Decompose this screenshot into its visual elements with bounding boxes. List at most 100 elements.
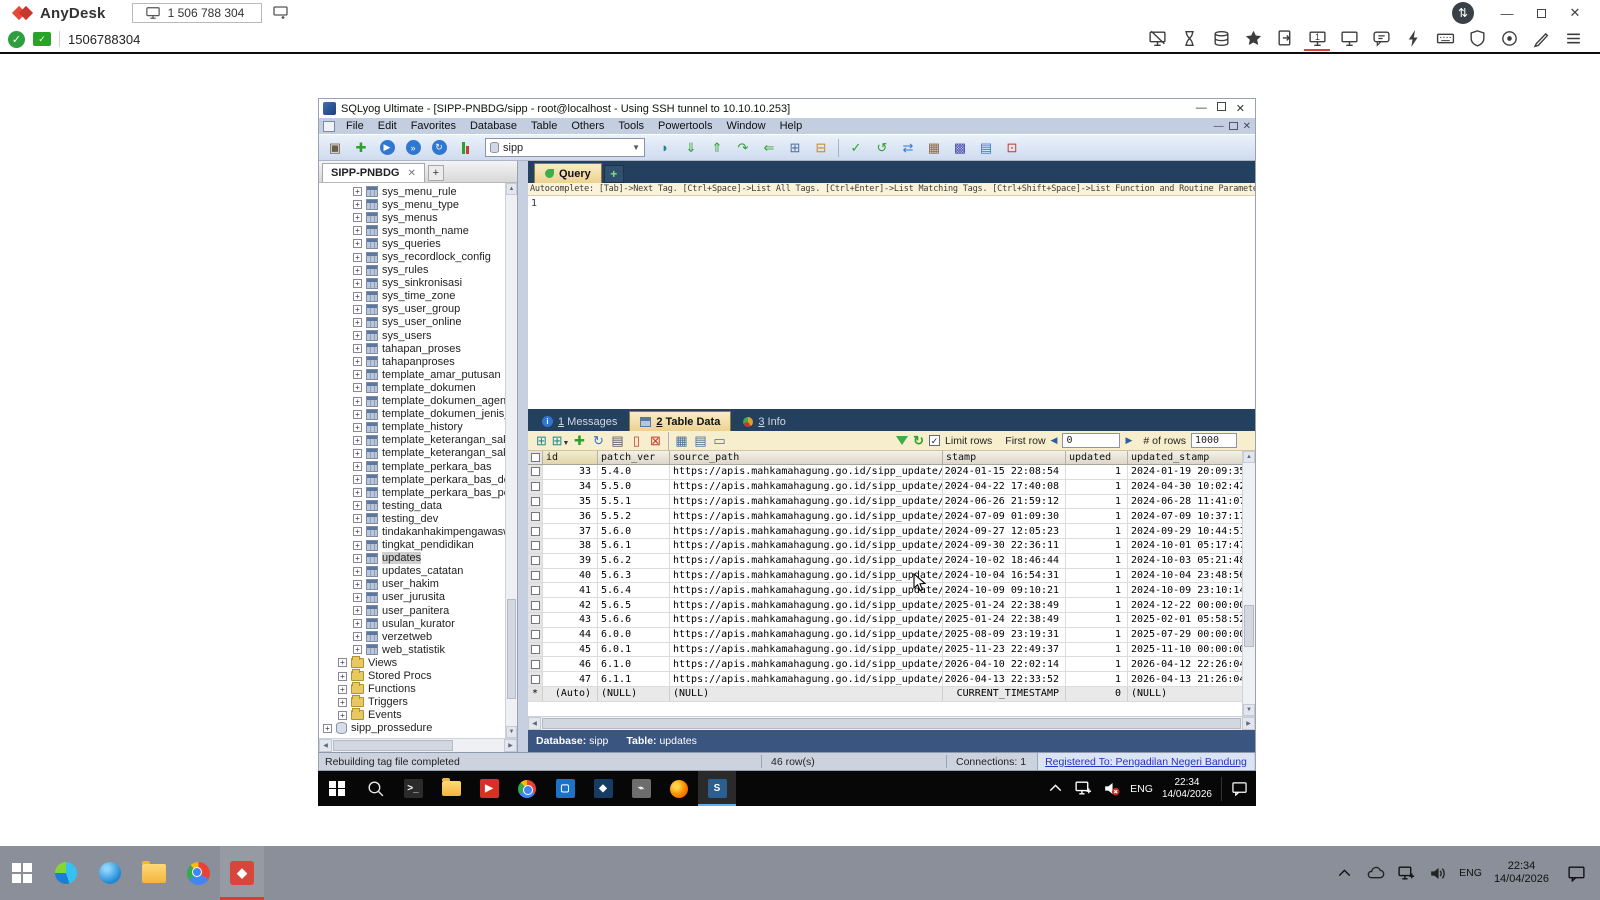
- expand-icon[interactable]: +: [353, 632, 362, 641]
- row-checkbox[interactable]: [528, 480, 543, 494]
- grid-view-icon[interactable]: ▦: [672, 432, 691, 449]
- cell-updated[interactable]: 1: [1066, 509, 1128, 523]
- cell-updated_stamp[interactable]: 2024-07-09 10:37:17: [1128, 509, 1242, 523]
- cell-updated_stamp[interactable]: 2026-04-13 21:26:04: [1128, 672, 1242, 686]
- query-profiler-icon[interactable]: [453, 137, 477, 159]
- grid-horizontal-scrollbar[interactable]: ◀ ▶: [528, 716, 1255, 730]
- cell-updated[interactable]: 1: [1066, 495, 1128, 509]
- filter-funnel-icon[interactable]: [896, 436, 908, 445]
- file-transfer-icon[interactable]: [1272, 27, 1298, 51]
- cell-updated[interactable]: 1: [1066, 524, 1128, 538]
- cell-id[interactable]: 41: [543, 583, 598, 597]
- first-row-prev-icon[interactable]: ◀: [1051, 435, 1058, 446]
- cell-source_path[interactable]: https://apis.mahkamahagung.go.id/sipp_up…: [670, 554, 943, 568]
- table-row[interactable]: 466.1.0https://apis.mahkamahagung.go.id/…: [528, 657, 1242, 672]
- connections-app[interactable]: ⌁: [622, 771, 660, 806]
- expand-icon[interactable]: +: [353, 580, 362, 589]
- menu-tools[interactable]: Tools: [611, 120, 651, 132]
- cell-id[interactable]: 38: [543, 539, 598, 553]
- hourglass-icon[interactable]: [1176, 27, 1202, 51]
- insert-row-marker[interactable]: *: [528, 687, 543, 701]
- tree-item-table[interactable]: +verzetweb: [319, 630, 505, 643]
- cell-updated[interactable]: 1: [1066, 480, 1128, 494]
- registered-to-link[interactable]: Registered To: Pengadilan Negeri Bandung: [1037, 753, 1254, 770]
- code-app[interactable]: ◆: [584, 771, 622, 806]
- remote-clock[interactable]: 22:3414/04/2026: [1162, 777, 1212, 800]
- tree-item-table[interactable]: +sys_rules: [319, 264, 505, 277]
- cell-source_path[interactable]: https://apis.mahkamahagung.go.id/sipp_up…: [670, 539, 943, 553]
- firefox-app[interactable]: [660, 771, 698, 806]
- cell-id[interactable]: 33: [543, 465, 598, 479]
- cell-patch_ver[interactable]: 5.5.2: [598, 509, 670, 523]
- export-grid-icon[interactable]: ⊞: [532, 432, 551, 449]
- cell-updated[interactable]: 1: [1066, 613, 1128, 627]
- checkbox-icon[interactable]: [531, 615, 540, 624]
- expand-icon[interactable]: +: [353, 344, 362, 353]
- minimize-button[interactable]: —: [1492, 2, 1522, 24]
- cell-id[interactable]: 42: [543, 598, 598, 612]
- expand-icon[interactable]: +: [353, 514, 362, 523]
- grid-scroll-left-icon[interactable]: ◀: [528, 717, 541, 730]
- cell-patch_ver[interactable]: 5.6.4: [598, 583, 670, 597]
- tree-item-folder[interactable]: +Functions: [319, 683, 505, 696]
- cell-updated_stamp[interactable]: 2025-11-10 00:00:00: [1128, 643, 1242, 657]
- column-header-stamp[interactable]: stamp: [943, 451, 1066, 464]
- cell-stamp[interactable]: 2024-06-26 21:59:12: [943, 495, 1066, 509]
- menu-database[interactable]: Database: [463, 120, 524, 132]
- cell-updated_stamp[interactable]: 2024-10-01 05:17:47: [1128, 539, 1242, 553]
- expand-icon[interactable]: +: [353, 213, 362, 222]
- cell-stamp[interactable]: CURRENT_TIMESTAMP: [943, 687, 1066, 701]
- cell-updated_stamp[interactable]: 2024-04-30 10:02:42: [1128, 480, 1242, 494]
- checkbox-icon[interactable]: [531, 571, 540, 580]
- onedrive-icon[interactable]: [1366, 864, 1385, 883]
- tree-item-table[interactable]: +user_panitera: [319, 604, 505, 617]
- limit-rows-checkbox[interactable]: ✓: [929, 435, 940, 446]
- cell-patch_ver[interactable]: 5.6.0: [598, 524, 670, 538]
- chat-icon[interactable]: [1368, 27, 1394, 51]
- checkbox-icon[interactable]: [531, 512, 540, 521]
- table-row[interactable]: 355.5.1https://apis.mahkamahagung.go.id/…: [528, 495, 1242, 510]
- expand-icon[interactable]: +: [353, 253, 362, 262]
- mdi-close-button[interactable]: ✕: [1243, 121, 1251, 132]
- search-icon[interactable]: [356, 771, 394, 806]
- grid-scroll-right-icon[interactable]: ▶: [1242, 717, 1255, 730]
- row-checkbox[interactable]: [528, 465, 543, 479]
- expand-icon[interactable]: +: [353, 187, 362, 196]
- expand-icon[interactable]: +: [353, 279, 362, 288]
- tree-item-table[interactable]: +sys_month_name: [319, 224, 505, 237]
- execute-query-icon[interactable]: ▶: [375, 137, 399, 159]
- tree-item-folder[interactable]: +Events: [319, 709, 505, 722]
- cell-updated[interactable]: 1: [1066, 539, 1128, 553]
- tree-item-table[interactable]: +template_dokumen: [319, 381, 505, 394]
- checkbox-icon[interactable]: [531, 645, 540, 654]
- cell-stamp[interactable]: 2024-07-09 01:09:30: [943, 509, 1066, 523]
- connection-tab-close-icon[interactable]: ✕: [407, 168, 415, 179]
- table-row[interactable]: 456.0.1https://apis.mahkamahagung.go.id/…: [528, 643, 1242, 658]
- menu-others[interactable]: Others: [564, 120, 611, 132]
- first-row-next-icon[interactable]: ▶: [1125, 435, 1132, 446]
- sqlyog-minimize-button[interactable]: —: [1196, 102, 1207, 115]
- close-button[interactable]: ✕: [1560, 2, 1590, 24]
- monitor-off-icon[interactable]: [1144, 27, 1170, 51]
- cell-updated[interactable]: 1: [1066, 657, 1128, 671]
- menu-favorites[interactable]: Favorites: [404, 120, 463, 132]
- cell-updated[interactable]: 1: [1066, 554, 1128, 568]
- checkbox-icon[interactable]: [531, 556, 540, 565]
- cell-updated[interactable]: 1: [1066, 628, 1128, 642]
- column-header-id[interactable]: id: [543, 451, 598, 464]
- num-rows-input[interactable]: 1000: [1191, 433, 1237, 448]
- tree-item-table[interactable]: +web_statistik: [319, 643, 505, 656]
- actions-lightning-icon[interactable]: [1400, 27, 1426, 51]
- row-checkbox[interactable]: [528, 643, 543, 657]
- menu-icon[interactable]: [1560, 27, 1586, 51]
- monitor-1-icon[interactable]: 1: [1304, 27, 1330, 51]
- cell-patch_ver[interactable]: 6.1.0: [598, 657, 670, 671]
- refresh-object-browser-icon[interactable]: ↺: [870, 137, 894, 159]
- tree-item-table[interactable]: +testing_data: [319, 499, 505, 512]
- record-session-icon[interactable]: [1496, 27, 1522, 51]
- row-checkbox[interactable]: [528, 628, 543, 642]
- expand-icon[interactable]: +: [353, 593, 362, 602]
- menu-help[interactable]: Help: [773, 120, 810, 132]
- whiteboard-pen-icon[interactable]: [1528, 27, 1554, 51]
- sqlyog-app[interactable]: S: [698, 771, 736, 806]
